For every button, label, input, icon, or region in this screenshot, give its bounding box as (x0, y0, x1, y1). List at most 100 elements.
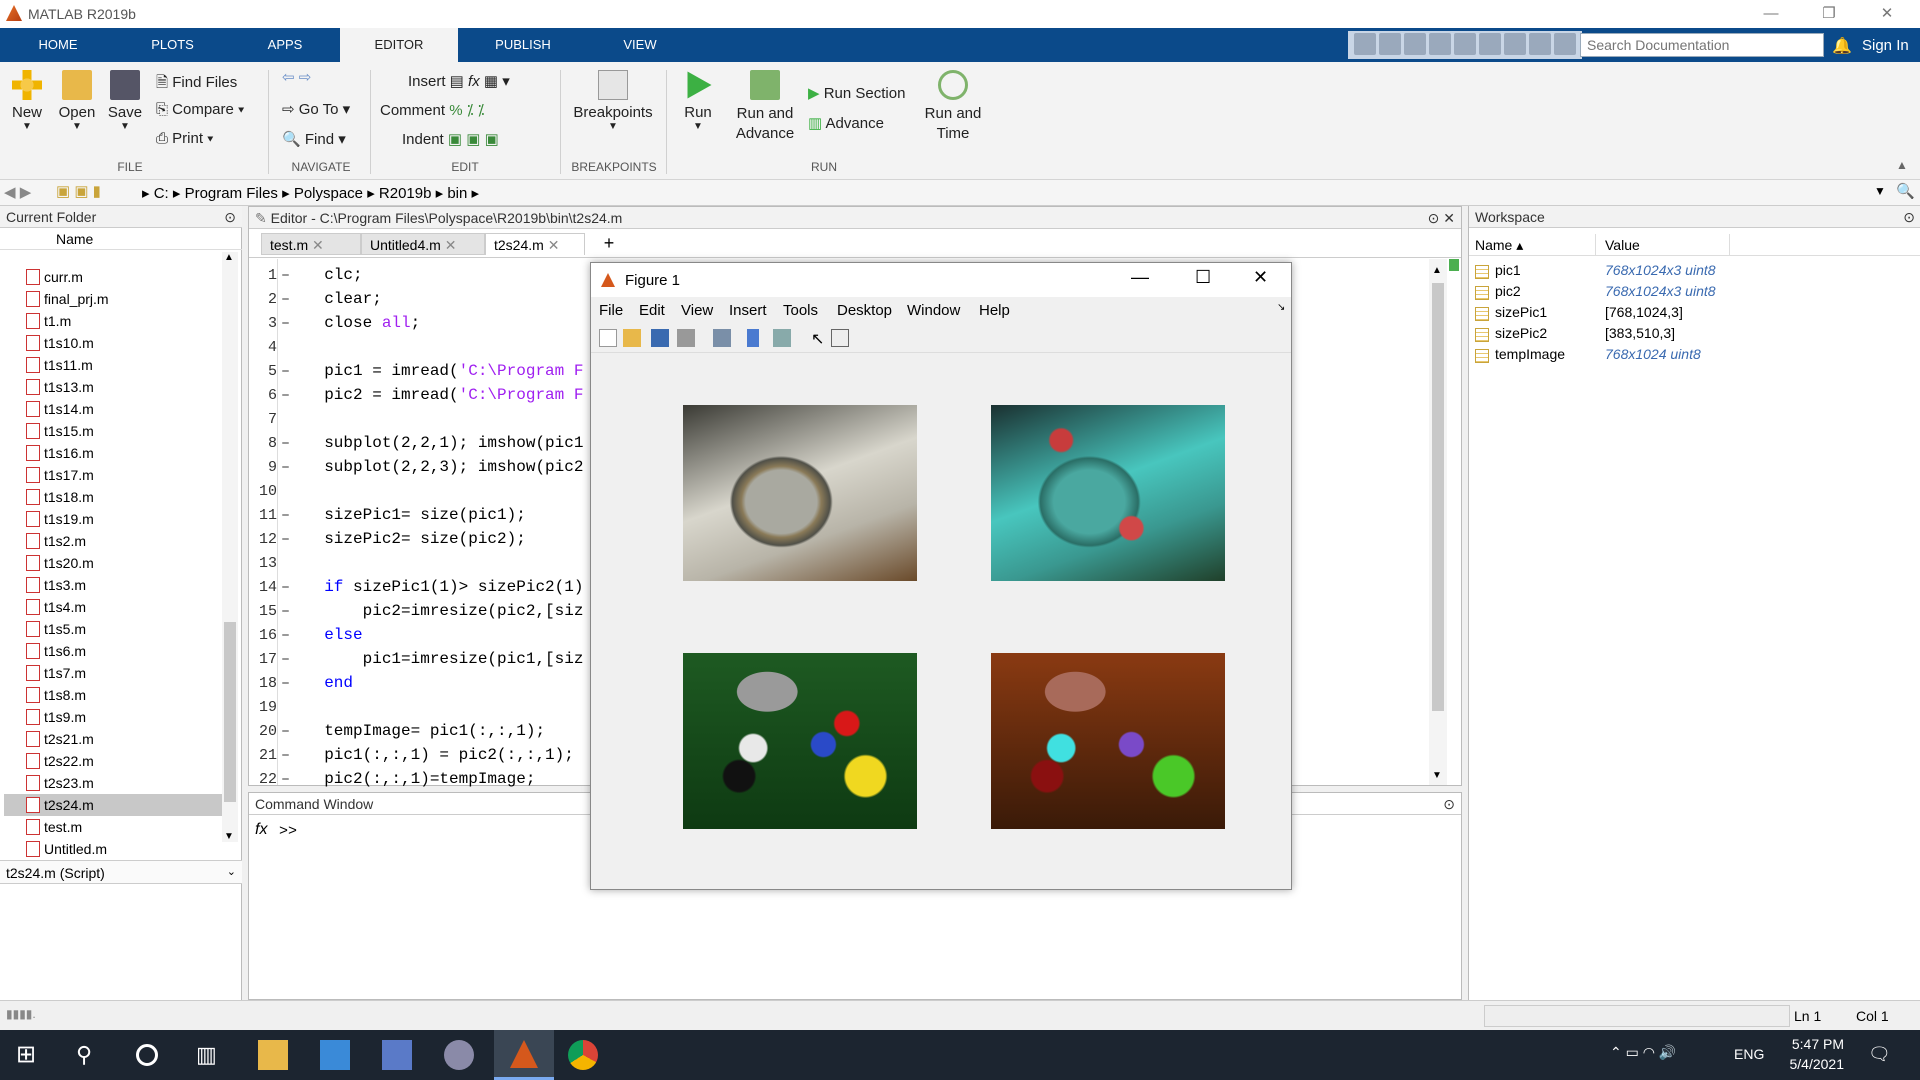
tab-apps[interactable]: APPS (255, 28, 315, 62)
system-tray-icons[interactable]: ⌃ ▭ ◠ 🔊 (1610, 1044, 1676, 1061)
back-forward-icons[interactable]: ⇦ ⇨ (282, 68, 311, 86)
file-list-item[interactable]: test.m (26, 816, 222, 838)
editor-scrollbar[interactable]: ▲ ▼ (1429, 259, 1447, 785)
indent-button[interactable]: Indent ▣ ▣ ▣ (402, 130, 499, 148)
panel-menu-icon[interactable]: ⊙ (224, 209, 236, 226)
file-list-item[interactable]: t1s20.m (26, 552, 222, 574)
menu-window[interactable]: Window (907, 302, 960, 319)
breakpoint-marker[interactable]: – (281, 291, 290, 308)
breadcrumb-item[interactable]: bin (447, 185, 467, 202)
file-list-item[interactable]: t1s7.m (26, 662, 222, 684)
file-list-item[interactable]: t1s15.m (26, 420, 222, 442)
breadcrumb-item[interactable]: Program Files (185, 185, 278, 202)
comment-button[interactable]: Comment % ⁒ ⁒ (380, 101, 484, 119)
collapse-ribbon-icon[interactable]: ▲ (1896, 158, 1908, 172)
breakpoint-marker[interactable]: – (281, 267, 290, 284)
chrome-icon[interactable] (568, 1040, 598, 1070)
legend-icon[interactable] (773, 329, 791, 347)
code-analyzer-indicator[interactable] (1449, 259, 1459, 271)
colorbar-icon[interactable] (747, 329, 759, 347)
value-column-header[interactable]: Value (1605, 237, 1640, 253)
breakpoint-marker[interactable]: – (281, 723, 290, 740)
new-figure-icon[interactable] (599, 329, 617, 347)
windows-start-icon[interactable]: ⊞ (16, 1040, 46, 1070)
name-column-header[interactable]: Name ▴ (1475, 237, 1523, 254)
find-button[interactable]: 🔍 Find ▾ (282, 130, 346, 148)
notifications-icon[interactable]: 🗨 (1868, 1044, 1891, 1065)
run-and-advance-button[interactable]: Run and Advance (730, 70, 800, 144)
print-figure-icon[interactable] (677, 329, 695, 347)
file-list-item[interactable]: t2s23.m (26, 772, 222, 794)
close-tab-icon[interactable]: ✕ (445, 237, 457, 253)
copy-icon[interactable] (1404, 33, 1426, 55)
task-view-icon[interactable]: ▥ (196, 1040, 226, 1070)
file-list-item[interactable]: t2s24.m (4, 794, 222, 816)
paste-icon[interactable] (1429, 33, 1451, 55)
menu-tools[interactable]: Tools (783, 302, 818, 319)
file-list-item[interactable]: curr.m (26, 266, 222, 288)
command-prompt[interactable]: >> (279, 823, 297, 840)
file-list-item[interactable]: t1s10.m (26, 332, 222, 354)
breakpoint-marker[interactable]: – (281, 603, 290, 620)
file-list-item[interactable]: t1s16.m (26, 442, 222, 464)
run-button[interactable]: Run ▼ (678, 70, 718, 132)
file-list-item[interactable]: t2s21.m (26, 728, 222, 750)
file-list-item[interactable]: t1s3.m (26, 574, 222, 596)
breadcrumb-item[interactable]: C: (154, 185, 169, 202)
breakpoint-marker[interactable]: – (281, 387, 290, 404)
menu-help[interactable]: Help (979, 302, 1010, 319)
breadcrumb-item[interactable]: R2019b (379, 185, 432, 202)
print-button[interactable]: ⎙ Print ▾ (156, 130, 213, 147)
tab-home[interactable]: HOME (28, 28, 88, 62)
file-list-item[interactable]: t1s4.m (26, 596, 222, 618)
save-button[interactable]: Save ▼ (106, 70, 144, 132)
folder-up-icon[interactable]: ▣ ▣ ▮ (56, 182, 101, 200)
tab-publish[interactable]: PUBLISH (488, 28, 558, 62)
breakpoint-marker[interactable]: – (281, 507, 290, 524)
save-icon[interactable] (1354, 33, 1376, 55)
scroll-up-icon[interactable]: ▲ (224, 252, 234, 263)
language-indicator[interactable]: ENG (1734, 1046, 1764, 1062)
scroll-up-icon[interactable]: ▲ (1432, 265, 1442, 276)
file-list-item[interactable]: t2s22.m (26, 750, 222, 772)
add-tab-button[interactable]: + (595, 233, 623, 255)
dock-figure-icon[interactable]: ↘ (1277, 302, 1285, 313)
file-list-item[interactable]: final_prj.m (26, 288, 222, 310)
folder-scrollbar[interactable]: ▲ ▼ (222, 252, 238, 842)
tab-view[interactable]: VIEW (610, 28, 670, 62)
restore-icon[interactable]: ❐ (1806, 0, 1852, 28)
breakpoint-marker[interactable]: – (281, 435, 290, 452)
search-input[interactable] (1580, 33, 1824, 57)
clock-date[interactable]: 5/4/2021 (1778, 1056, 1845, 1072)
switch-windows-icon[interactable] (1504, 33, 1526, 55)
breakpoint-marker[interactable]: – (281, 651, 290, 668)
link-plot-icon[interactable] (713, 329, 731, 347)
help-icon[interactable] (1529, 33, 1551, 55)
breakpoints-button[interactable]: Breakpoints ▼ (572, 70, 654, 132)
breakpoint-marker[interactable]: – (281, 747, 290, 764)
file-list-item[interactable]: t1s11.m (26, 354, 222, 376)
find-files-button[interactable]: 🗎 Find Files (156, 72, 237, 97)
scroll-thumb[interactable] (224, 622, 236, 802)
file-list-item[interactable]: t1s8.m (26, 684, 222, 706)
variable-name[interactable]: sizePic1 (1495, 304, 1547, 320)
breakpoint-marker[interactable]: – (281, 531, 290, 548)
file-list-item[interactable]: t1s5.m (26, 618, 222, 640)
breakpoint-marker[interactable]: – (281, 363, 290, 380)
file-list-item[interactable]: t1.m (26, 310, 222, 332)
close-tab-icon[interactable]: ✕ (548, 237, 560, 253)
go-to-button[interactable]: ⇨ Go To ▾ (282, 100, 350, 118)
cortana-icon[interactable] (136, 1044, 158, 1066)
tab-t2s24[interactable]: t2s24.m ✕ (485, 233, 585, 255)
panel-menu-icon[interactable]: ⊙ (1443, 796, 1455, 813)
notification-bell-icon[interactable]: 🔔 (1832, 36, 1852, 56)
advance-button[interactable]: ▥ Advance (808, 114, 884, 132)
pointer-icon[interactable]: ↖ (811, 329, 824, 349)
scroll-down-icon[interactable]: ▼ (224, 831, 234, 842)
property-inspector-icon[interactable] (831, 329, 849, 347)
breakpoint-marker[interactable]: – (281, 579, 290, 596)
clock-time[interactable]: 5:47 PM (1786, 1036, 1844, 1052)
file-list-item[interactable]: t1s14.m (26, 398, 222, 420)
close-icon[interactable]: ✕ (1864, 0, 1910, 28)
search-icon[interactable]: ⚲ (76, 1040, 106, 1070)
